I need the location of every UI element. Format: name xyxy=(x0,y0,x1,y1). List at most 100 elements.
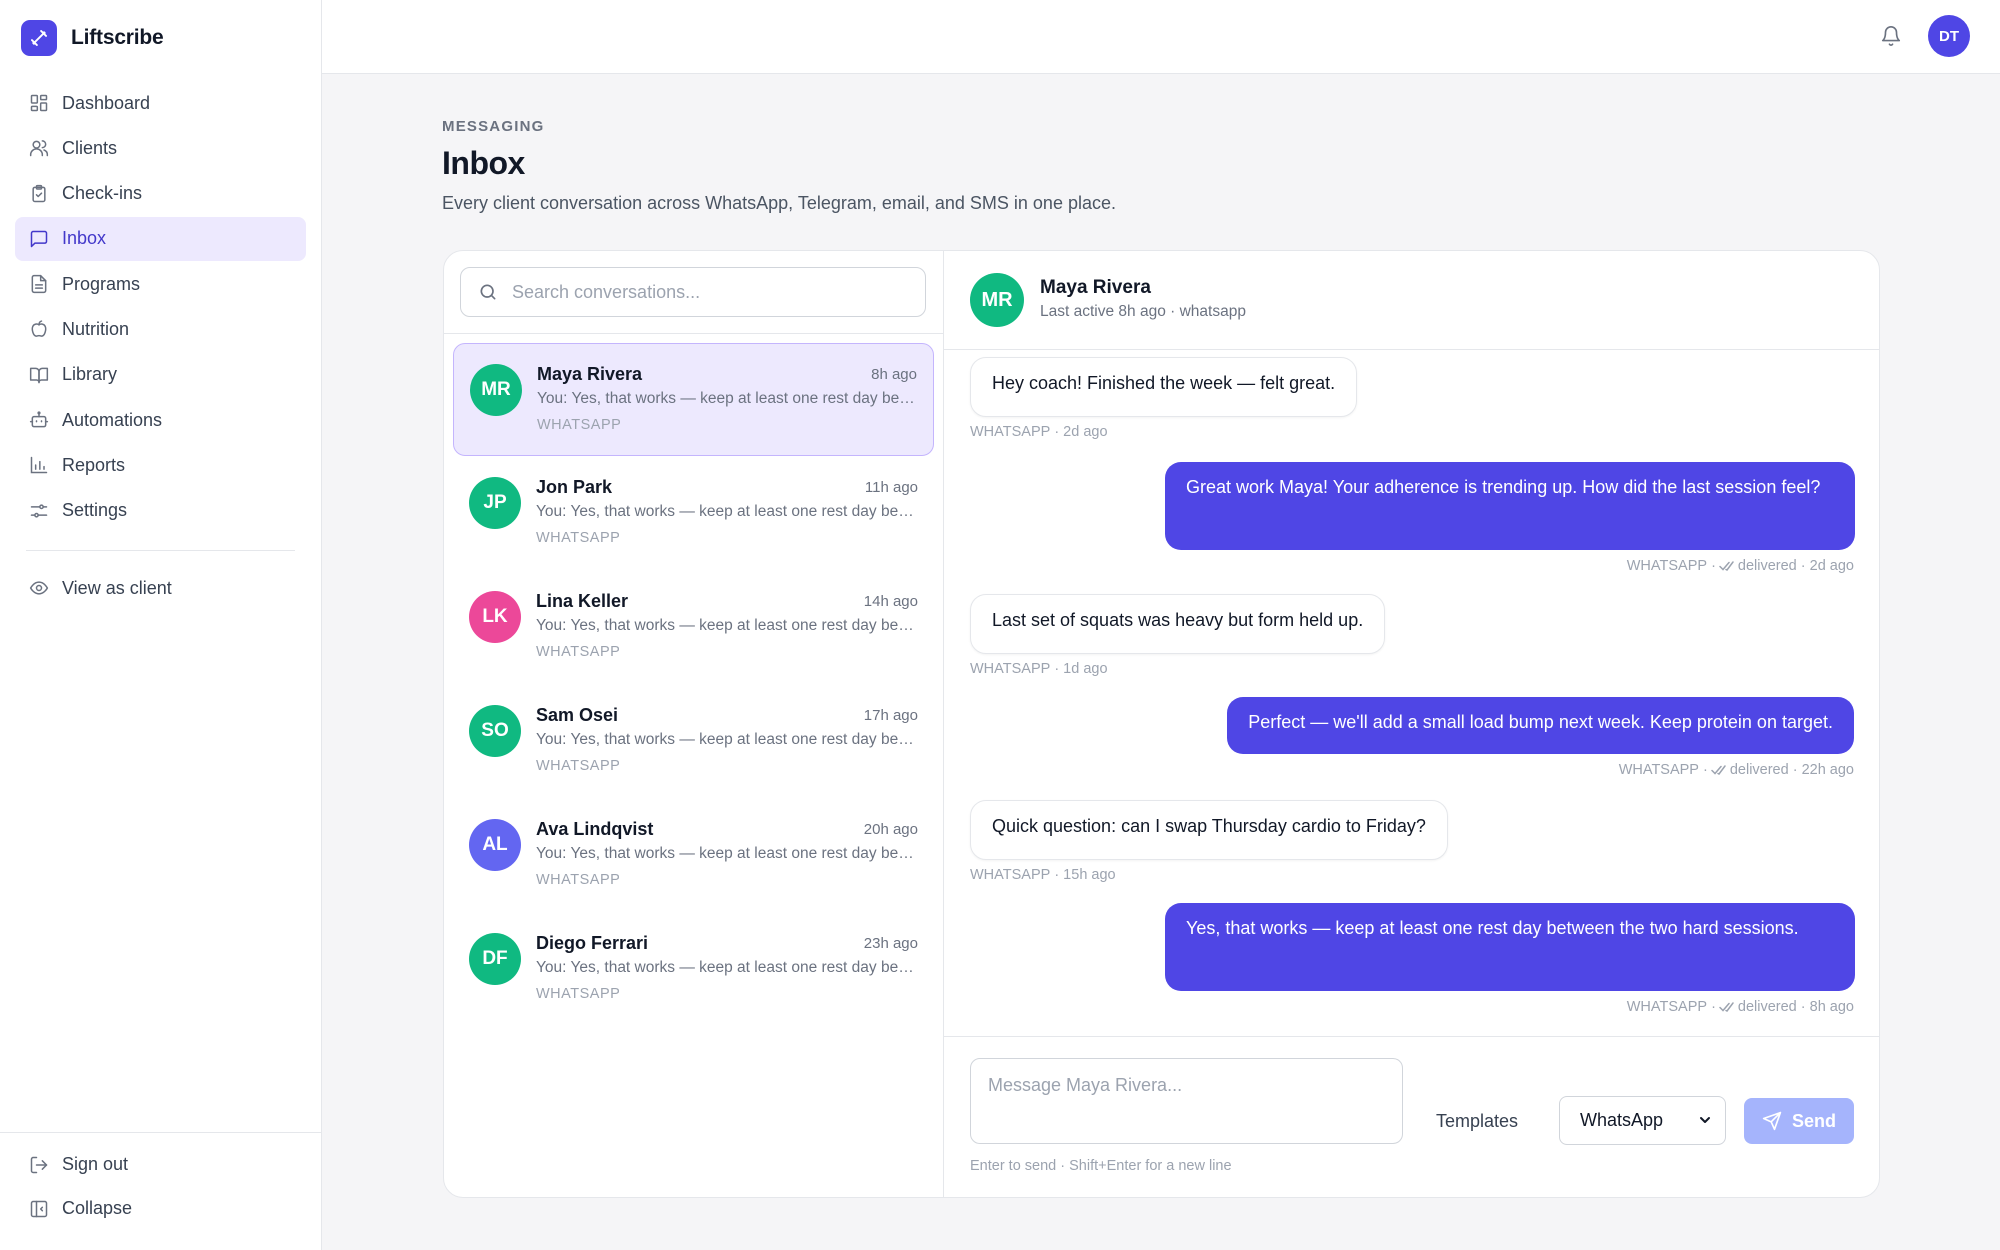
conversation-name: Diego Ferrari xyxy=(536,933,649,953)
log-out-icon xyxy=(30,1156,48,1173)
view-as-client-link[interactable]: View as client xyxy=(15,566,306,610)
user-avatar[interactable]: DT xyxy=(1928,15,1970,57)
nav-item-check-ins[interactable]: Check-ins xyxy=(15,172,306,216)
avatar: MR xyxy=(470,364,522,416)
message-status: delivered xyxy=(1737,999,1797,1015)
conversation-time: 11h ago xyxy=(864,479,918,496)
apple-icon xyxy=(31,320,47,338)
message-channel: WHATSAPP xyxy=(1626,999,1708,1015)
message-square-icon xyxy=(30,230,48,248)
conversation-time: 17h ago xyxy=(863,707,918,724)
nav-item-automations[interactable]: Automations xyxy=(15,398,306,442)
conversation-preview: You: Yes, that works — keep at least one… xyxy=(536,731,916,748)
view-as-client-label: View as client xyxy=(62,577,172,598)
channel-select[interactable]: WhatsApp xyxy=(1559,1096,1726,1145)
nav-label: Settings xyxy=(62,500,128,521)
main-nav: Dashboard Clients Check-ins Inbox Progra… xyxy=(15,81,306,534)
nav-item-inbox[interactable]: Inbox xyxy=(15,216,306,261)
nav-label: Clients xyxy=(62,137,118,158)
nav-label: Nutrition xyxy=(62,318,130,339)
nav-item-programs[interactable]: Programs xyxy=(15,262,306,306)
message-meta: WHATSAPP · 15h ago xyxy=(970,867,1116,883)
conversation-channel: WHATSAPP xyxy=(537,417,622,433)
message-time: · 1d ago xyxy=(1054,661,1108,677)
page-description: Every client conversation across WhatsAp… xyxy=(442,193,1116,213)
chat-header: MR Maya Rivera Last active 8h ago · what… xyxy=(944,251,1879,350)
nav-item-library[interactable]: Library xyxy=(15,353,306,397)
conversation-item-maya-rivera[interactable]: MR Maya Rivera 8h ago You: Yes, that wor… xyxy=(453,343,934,456)
conversation-channel: WHATSAPP xyxy=(536,986,621,1002)
users-icon xyxy=(29,140,49,157)
conversation-list-pane: MR Maya Rivera 8h ago You: Yes, that wor… xyxy=(444,251,944,1197)
chat-avatar: MR xyxy=(970,273,1024,327)
bar-chart-icon xyxy=(30,457,48,474)
conversation-name: Lina Keller xyxy=(536,591,629,611)
avatar: SO xyxy=(469,705,521,757)
conversation-item-jon-park[interactable]: JP Jon Park 11h ago You: Yes, that works… xyxy=(453,457,934,570)
message-time: · 15h ago xyxy=(1054,867,1116,883)
message-meta: WHATSAPP · delivered · 8h ago xyxy=(1626,999,1854,1015)
nav-label: Programs xyxy=(62,273,141,294)
conversation-channel: WHATSAPP xyxy=(536,530,621,546)
nav-item-settings[interactable]: Settings xyxy=(15,489,306,533)
message-incoming: Quick question: can I swap Thursday card… xyxy=(970,800,1448,860)
avatar: JP xyxy=(469,477,521,529)
brand[interactable]: Liftscribe xyxy=(21,20,164,56)
nav-item-reports[interactable]: Reports xyxy=(15,443,306,487)
conversation-name: Ava Lindqvist xyxy=(536,819,654,839)
message-channel: WHATSAPP xyxy=(1618,762,1699,778)
eye-icon xyxy=(29,581,49,595)
bell-icon[interactable] xyxy=(1880,24,1902,48)
search-box[interactable] xyxy=(460,267,926,317)
chat-contact-status: Last active 8h ago · whatsapp xyxy=(1040,303,1246,320)
send-button[interactable]: Send xyxy=(1744,1098,1854,1144)
nav-item-nutrition[interactable]: Nutrition xyxy=(15,307,306,351)
conversation-item-ava-lindqvist[interactable]: AL Ava Lindqvist 20h ago You: Yes, that … xyxy=(453,799,934,912)
nav-label: Automations xyxy=(62,409,163,430)
conversation-item-sam-osei[interactable]: SO Sam Osei 17h ago You: Yes, that works… xyxy=(453,685,934,798)
nav-label: Library xyxy=(62,364,118,385)
avatar: LK xyxy=(469,591,521,643)
search-input[interactable] xyxy=(512,281,912,303)
conversation-item-diego-ferrari[interactable]: DF Diego Ferrari 23h ago You: Yes, that … xyxy=(453,913,934,1026)
conversation-preview: You: Yes, that works — keep at least one… xyxy=(537,390,917,407)
conversation-time: 23h ago xyxy=(863,935,918,952)
nav-item-clients[interactable]: Clients xyxy=(15,126,306,170)
chevron-down-icon xyxy=(1700,1117,1710,1123)
send-icon xyxy=(1762,1111,1782,1131)
sign-out-button[interactable]: Sign out xyxy=(15,1143,306,1186)
conversation-channel: WHATSAPP xyxy=(536,872,621,888)
conversation-item-lina-keller[interactable]: LK Lina Keller 14h ago You: Yes, that wo… xyxy=(453,571,934,684)
collapse-label: Collapse xyxy=(62,1198,133,1219)
search-icon xyxy=(480,284,496,300)
nav-divider xyxy=(26,550,295,551)
conversation-channel: WHATSAPP xyxy=(536,758,621,774)
message-status: delivered xyxy=(1729,762,1789,778)
page-eyebrow: MESSAGING xyxy=(442,118,545,135)
channel-select-value: WhatsApp xyxy=(1580,1110,1664,1130)
page-title: Inbox xyxy=(442,145,525,181)
message-outgoing: Great work Maya! Your adherence is trend… xyxy=(1165,462,1855,550)
conversation-name: Sam Osei xyxy=(536,705,619,725)
sliders-icon xyxy=(30,504,48,518)
book-open-icon xyxy=(29,367,49,384)
conversation-time: 8h ago xyxy=(871,366,917,383)
nav-item-dashboard[interactable]: Dashboard xyxy=(15,81,306,125)
nav-label: Reports xyxy=(62,454,126,475)
message-time: · 2d ago xyxy=(1800,558,1854,574)
chat-contact-name: Maya Rivera xyxy=(1040,277,1151,298)
message-time: · 2d ago xyxy=(1054,424,1108,440)
bot-icon xyxy=(29,411,49,428)
clipboard-check-icon xyxy=(32,184,46,202)
message-status: delivered xyxy=(1737,558,1797,574)
panel-collapse-icon xyxy=(30,1200,48,1218)
message-input[interactable] xyxy=(970,1058,1403,1144)
templates-button[interactable]: Templates xyxy=(1422,1100,1532,1142)
message-time: · 8h ago xyxy=(1800,999,1854,1015)
dumbbell-logo-icon xyxy=(21,20,57,56)
conversation-name: Jon Park xyxy=(536,477,613,497)
sign-out-label: Sign out xyxy=(62,1154,129,1174)
collapse-button[interactable]: Collapse xyxy=(15,1187,306,1230)
compose-hint: Enter to send · Shift+Enter for a new li… xyxy=(970,1158,1232,1174)
inbox-card: MR Maya Rivera 8h ago You: Yes, that wor… xyxy=(443,250,1880,1198)
